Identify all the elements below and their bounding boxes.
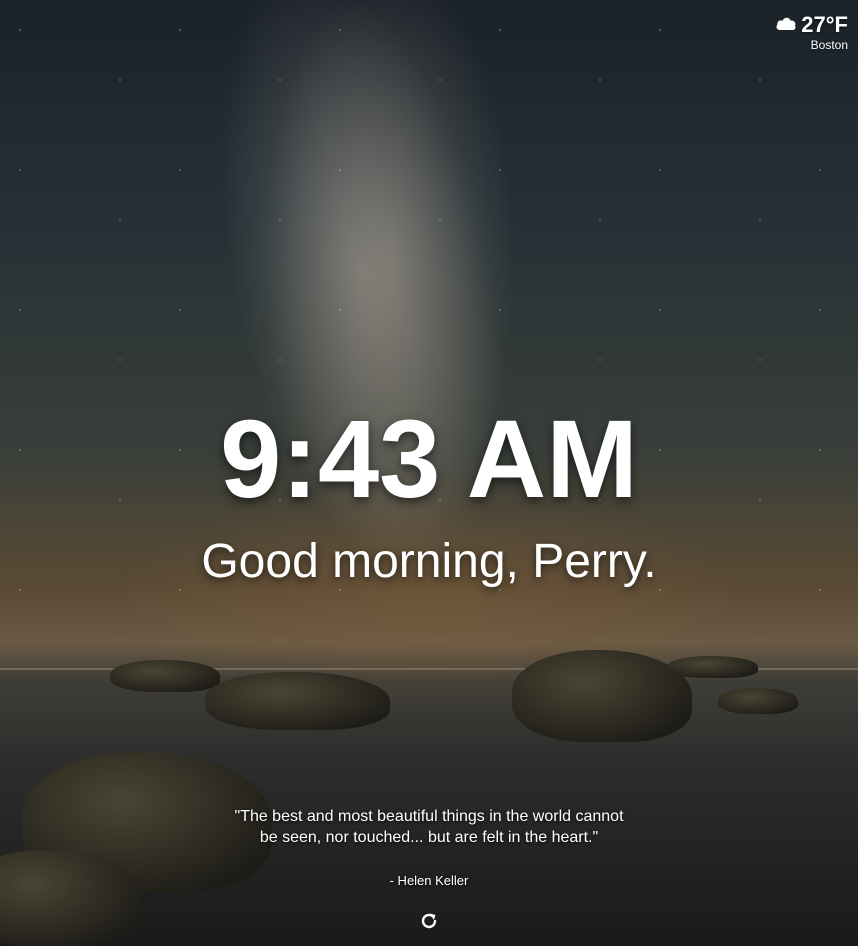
new-tab-page: 27°F Boston 9:43 AM Good morning, Perry.… xyxy=(0,0,858,946)
quote-text: "The best and most beautiful things in t… xyxy=(234,808,624,846)
refresh-icon xyxy=(418,913,440,936)
weather-widget[interactable]: 27°F Boston xyxy=(775,12,848,52)
weather-location: Boston xyxy=(810,38,848,52)
background-rock xyxy=(718,688,798,714)
greeting-text: Good morning, Perry. xyxy=(201,535,657,588)
background-rock xyxy=(110,660,220,692)
weather-temperature: 27°F xyxy=(801,12,848,37)
weather-row: 27°F xyxy=(775,12,848,38)
quote-author: - Helen Keller xyxy=(389,873,469,888)
refresh-button[interactable] xyxy=(418,910,440,932)
background-rock xyxy=(668,656,758,678)
background-rock xyxy=(512,650,692,742)
background-rock xyxy=(205,672,390,730)
clock-time: 9:43 AM xyxy=(220,398,638,521)
cloud-icon xyxy=(775,15,797,36)
